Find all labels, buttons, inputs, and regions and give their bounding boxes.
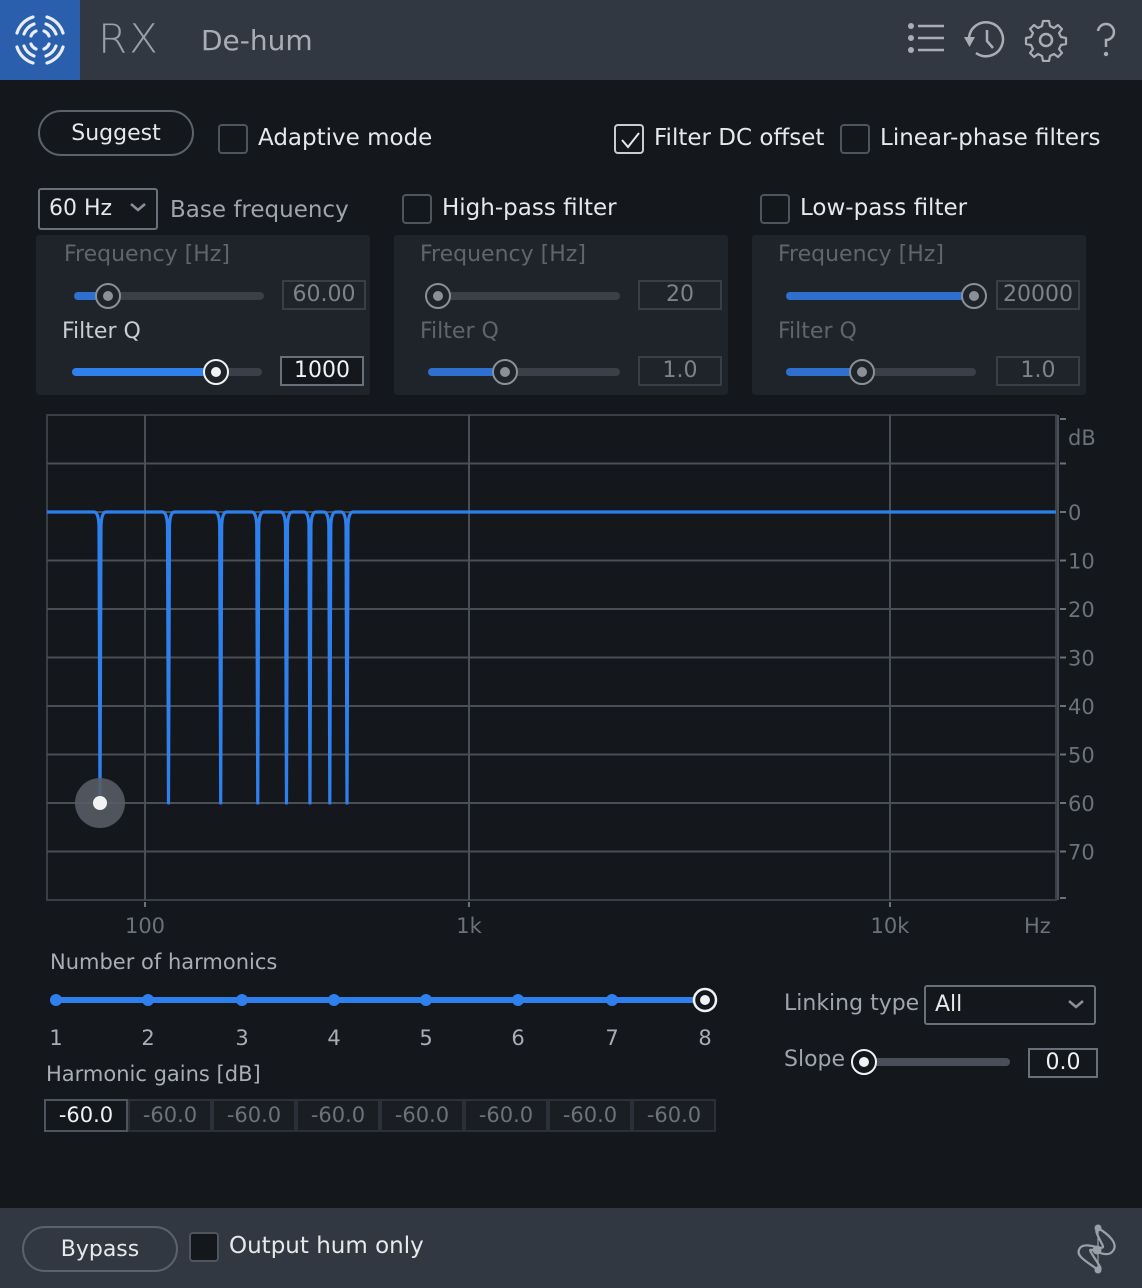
harmonic-gain-field[interactable]: -60.0 — [212, 1099, 296, 1132]
y-tick-label: 0 — [1068, 501, 1081, 525]
harmonic-step-dot[interactable] — [420, 994, 432, 1006]
harmonic-tick-label: 5 — [419, 1026, 432, 1050]
x-tick-label: 100 — [125, 914, 165, 938]
bypass-button[interactable]: Bypass — [22, 1226, 178, 1272]
harmonic-gain-field[interactable]: -60.0 — [380, 1099, 464, 1132]
harmonic-tick-label: 7 — [605, 1026, 618, 1050]
y-tick-label: 30 — [1068, 647, 1095, 671]
harmonic-gain-field[interactable]: -60.0 — [632, 1099, 716, 1132]
harmonic-step-dot[interactable] — [606, 994, 618, 1006]
izotope-brand-icon — [1077, 1224, 1116, 1274]
harmonic-tick-label: 3 — [235, 1026, 248, 1050]
harmonic-gain-field[interactable]: -60.0 — [464, 1099, 548, 1132]
slope-value-field[interactable]: 0.0 — [1028, 1048, 1098, 1078]
slope-label: Slope — [784, 1047, 846, 1072]
y-tick-label: 20 — [1068, 598, 1095, 622]
x-tick-label: 1k — [456, 914, 482, 938]
chart-ticks: 100 1k 10k 0 10 20 30 40 50 60 70 — [125, 415, 1095, 938]
x-tick-label: 10k — [871, 914, 911, 938]
chart-grid — [46, 414, 1057, 901]
y-tick-label: 60 — [1068, 792, 1095, 816]
harmonic-tick-label: 4 — [327, 1026, 340, 1050]
harmonic-tick-label: 6 — [511, 1026, 524, 1050]
harmonic-gain-field[interactable]: -60.0 — [296, 1099, 380, 1132]
harmonic-gain-field[interactable]: -60.0 — [548, 1099, 632, 1132]
harmonic-gain-field[interactable]: -60.0 — [128, 1099, 212, 1132]
slider-knob[interactable] — [851, 1049, 877, 1075]
x-axis-unit: Hz — [1024, 914, 1051, 938]
linking-type-select[interactable]: All — [924, 985, 1096, 1025]
harmonic-step-dot[interactable] — [236, 994, 248, 1006]
footer-bar: Bypass Output hum only — [0, 1208, 1142, 1288]
y-tick-label: 50 — [1068, 744, 1095, 768]
harmonics-label: Number of harmonics — [50, 950, 278, 974]
output-hum-only-checkbox[interactable] — [189, 1232, 219, 1262]
chevron-down-icon — [1068, 1000, 1084, 1009]
harmonic-tick-label: 2 — [141, 1026, 154, 1050]
filter-response-chart[interactable]: 100 1k 10k 0 10 20 30 40 50 60 70 dB Hz — [0, 0, 1142, 950]
harmonics-knob-dot — [700, 995, 710, 1005]
y-tick-label: 10 — [1068, 550, 1095, 574]
y-tick-label: 40 — [1068, 695, 1095, 719]
harmonic-step-dot[interactable] — [512, 994, 524, 1006]
harmonics-slider[interactable]: 1 2 3 4 5 6 7 8 — [40, 985, 730, 1060]
linking-type-value: All — [935, 992, 963, 1017]
handle-dot — [93, 796, 107, 810]
harmonic-step-dot[interactable] — [50, 994, 62, 1006]
harmonic-tick-label: 8 — [698, 1026, 711, 1050]
slope-slider[interactable] — [851, 1049, 1010, 1075]
linking-type-label: Linking type — [784, 991, 920, 1016]
harmonic-gain-field[interactable]: -60.0 — [44, 1099, 128, 1132]
harmonic-step-dot[interactable] — [328, 994, 340, 1006]
harmonic-tick-label: 1 — [49, 1026, 62, 1050]
harmonic-step-dot[interactable] — [142, 994, 154, 1006]
y-tick-label: 70 — [1068, 841, 1095, 865]
notch-handle[interactable] — [75, 778, 125, 828]
output-hum-only-label: Output hum only — [229, 1233, 424, 1259]
harmonic-gains-label: Harmonic gains [dB] — [46, 1062, 261, 1086]
y-axis-unit: dB — [1068, 426, 1096, 450]
